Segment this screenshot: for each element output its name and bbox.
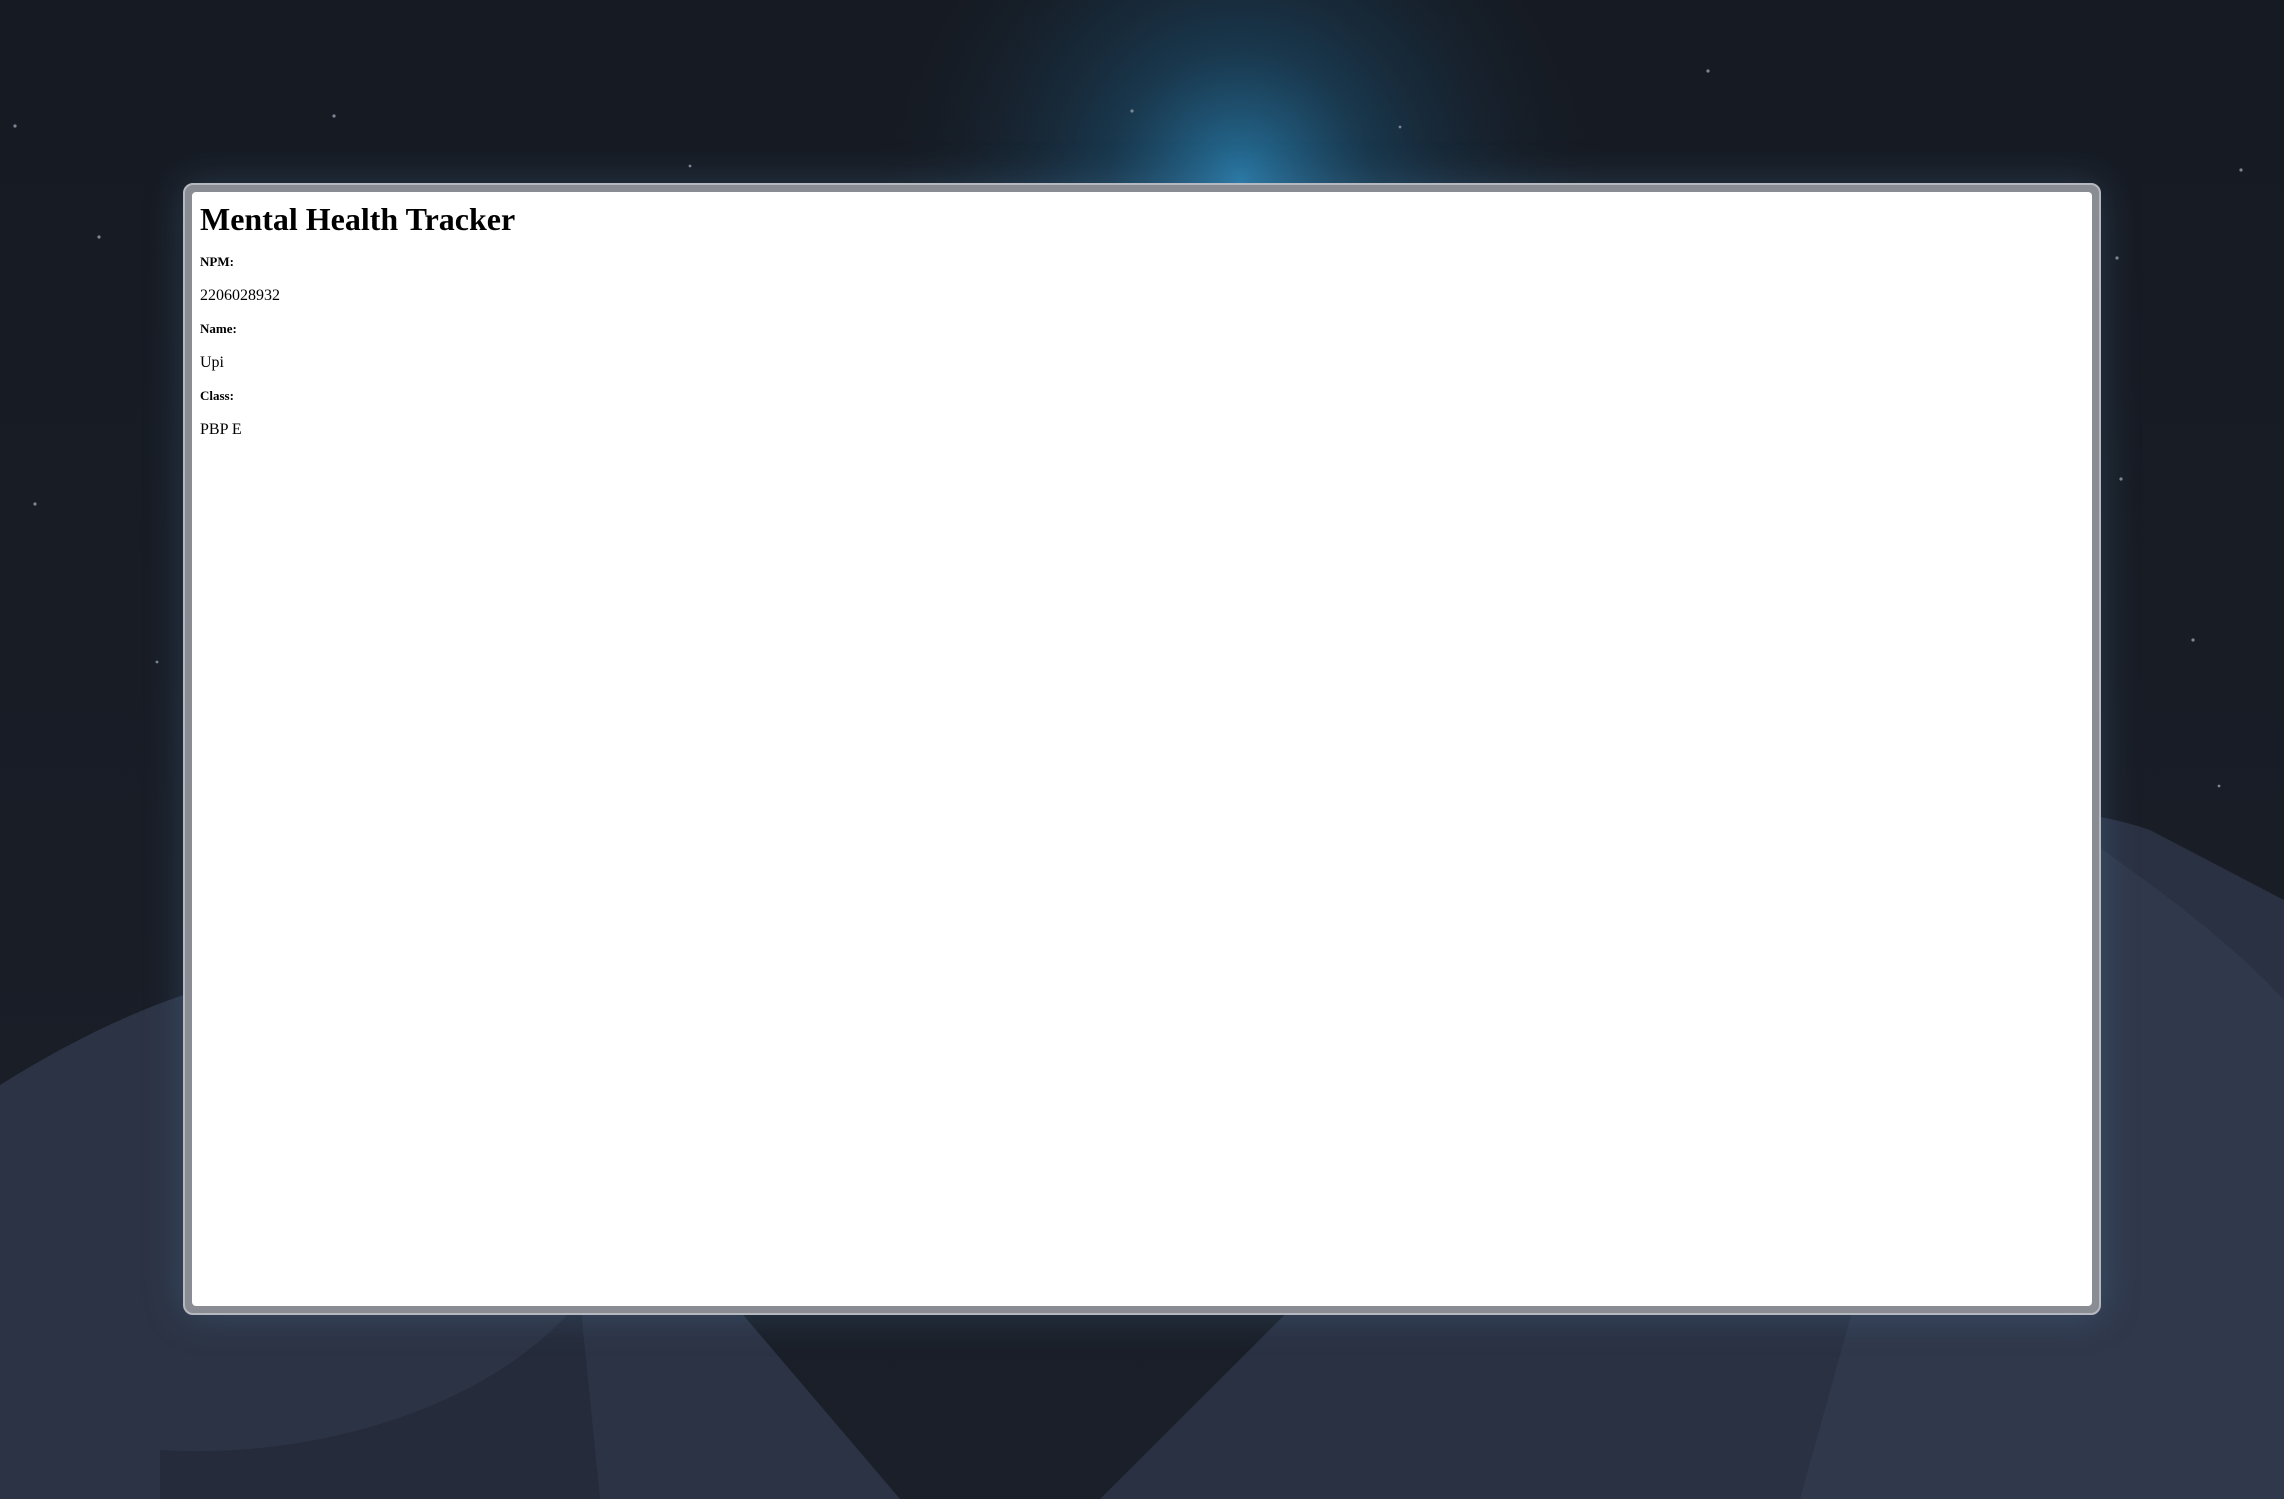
npm-label: NPM: — [200, 254, 234, 270]
npm-value: 2206028932 — [200, 286, 280, 304]
class-label: Class: — [200, 387, 234, 403]
window-content: Mental Health Tracker NPM: 2206028932 Na… — [192, 192, 2092, 1306]
name-label: Name: — [200, 321, 237, 337]
class-value: PBP E — [200, 420, 242, 438]
page-title: Mental Health Tracker — [200, 201, 516, 237]
app-window: Mental Health Tracker NPM: 2206028932 Na… — [183, 183, 2101, 1315]
name-value: Upi — [200, 353, 224, 371]
